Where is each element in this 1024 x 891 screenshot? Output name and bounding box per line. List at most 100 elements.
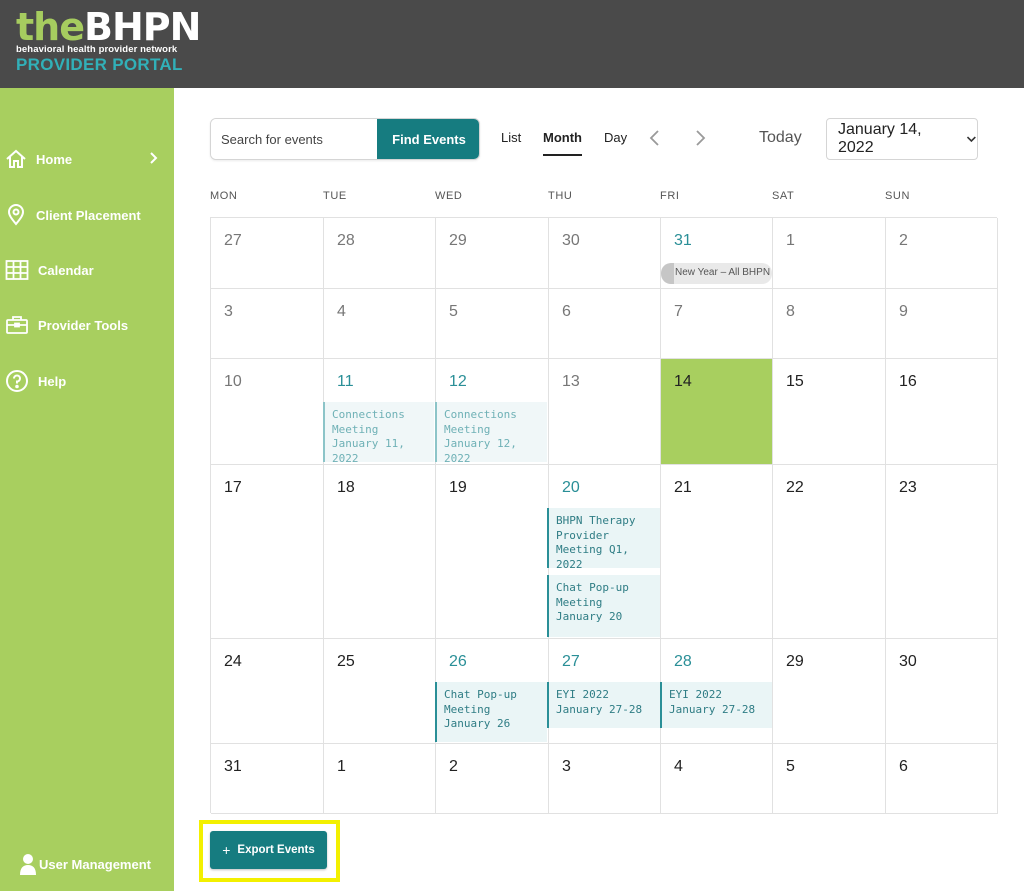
day-cell[interactable]: 24 — [211, 639, 324, 744]
day-cell[interactable]: 4 — [661, 744, 773, 814]
selected-date-label: January 14, 2022 — [838, 121, 922, 156]
next-month-button[interactable] — [690, 127, 710, 149]
event-bhpn-therapy-provider-meeting[interactable]: BHPN Therapy Provider Meeting Q1, 2022 — [547, 508, 660, 568]
day-cell[interactable]: 29 — [773, 639, 886, 744]
day-number: 24 — [224, 653, 242, 670]
day-cell[interactable]: 3 — [211, 289, 324, 359]
day-cell[interactable]: 2 — [436, 744, 549, 814]
sidebar-item-calendar[interactable]: Calendar — [0, 255, 174, 285]
day-cell[interactable]: 30 — [549, 218, 661, 289]
sidebar-item-home[interactable]: Home — [0, 144, 174, 174]
today-button[interactable]: Today — [759, 129, 802, 147]
logo-wordmark: theBHPN — [16, 5, 201, 49]
event-new-year[interactable]: New Year – All BHPN — [661, 263, 772, 284]
portal-title: PROVIDER PORTAL — [16, 55, 183, 74]
logo-tagline: behavioral health provider network — [16, 44, 178, 55]
day-number: 11 — [337, 373, 354, 390]
logo-prefix: the — [16, 5, 85, 49]
previous-month-button[interactable] — [645, 127, 665, 149]
day-cell[interactable]: 17 — [211, 465, 324, 639]
day-cell[interactable]: 29 — [436, 218, 549, 289]
event-eyi-2022-jan-28[interactable]: EYI 2022 January 27-28 — [660, 682, 772, 728]
view-list-tab[interactable]: List — [501, 130, 521, 145]
day-number: 15 — [786, 373, 804, 390]
day-cell[interactable]: 5 — [436, 289, 549, 359]
briefcase-icon — [6, 316, 28, 334]
day-number: 8 — [786, 303, 795, 320]
day-cell[interactable]: 21 — [661, 465, 773, 639]
day-cell[interactable]: 4 — [324, 289, 436, 359]
day-cell[interactable]: 7 — [661, 289, 773, 359]
day-cell[interactable]: 28 — [324, 218, 436, 289]
event-eyi-2022-jan-27[interactable]: EYI 2022 January 27-28 — [547, 682, 660, 728]
day-number: 23 — [899, 479, 917, 496]
day-cell[interactable]: 25 — [324, 639, 436, 744]
day-number: 1 — [337, 758, 346, 775]
day-cell[interactable]: 9 — [886, 289, 998, 359]
day-cell[interactable]: 2 — [886, 218, 998, 289]
sidebar-item-help[interactable]: Help — [0, 366, 174, 396]
sidebar-item-provider-tools[interactable]: Provider Tools — [0, 310, 174, 340]
day-cell[interactable]: 15 — [773, 359, 886, 465]
day-number: 20 — [562, 479, 580, 496]
day-number: 28 — [337, 232, 355, 249]
day-cell[interactable]: 13 — [549, 359, 661, 465]
day-number: 31 — [674, 232, 692, 249]
day-cell[interactable]: 16 — [886, 359, 998, 465]
day-cell[interactable]: 1 — [773, 218, 886, 289]
day-cell[interactable]: 5 — [773, 744, 886, 814]
day-number: 22 — [786, 479, 804, 496]
day-cell[interactable]: 8 — [773, 289, 886, 359]
day-number: 30 — [899, 653, 917, 670]
export-events-button[interactable]: + Export Events — [210, 831, 327, 869]
bhpn-logo[interactable]: theBHPN behavioral health provider netwo… — [16, 5, 201, 75]
day-cell[interactable]: 23 — [886, 465, 998, 639]
sidebar-item-user-management[interactable]: User Management — [0, 851, 174, 877]
day-cell[interactable]: 27 — [211, 218, 324, 289]
event-connections-meeting-jan-12[interactable]: Connections Meeting January 12, 2022 — [435, 402, 547, 462]
day-number: 9 — [899, 303, 908, 320]
day-cell[interactable]: 30 — [886, 639, 998, 744]
day-number: 2 — [449, 758, 458, 775]
weekday-header: WED — [435, 190, 463, 202]
event-chat-popup-jan-26[interactable]: Chat Pop-up Meeting January 26 — [435, 682, 547, 742]
sidebar-item-client-placement[interactable]: Client Placement — [0, 200, 174, 230]
day-number: 29 — [449, 232, 467, 249]
sidebar: Home Client Placement Calendar Provider … — [0, 88, 174, 891]
home-icon — [6, 149, 26, 168]
day-number: 5 — [449, 303, 458, 320]
chevron-right-icon — [150, 152, 158, 164]
day-cell[interactable]: 31 — [211, 744, 324, 814]
day-number: 6 — [562, 303, 571, 320]
event-chat-popup-jan-20[interactable]: Chat Pop-up Meeting January 20 — [547, 575, 660, 637]
view-day-tab[interactable]: Day — [604, 130, 627, 145]
day-cell-today[interactable]: 14 — [661, 359, 773, 465]
day-cell[interactable]: 10 — [211, 359, 324, 465]
calendar-grid-icon — [5, 260, 29, 280]
date-picker-dropdown[interactable]: January 14, 2022 — [826, 118, 978, 160]
event-connections-meeting-jan-11[interactable]: Connections Meeting January 11, 2022 — [323, 402, 434, 462]
day-cell[interactable]: 6 — [549, 289, 661, 359]
day-number: 12 — [449, 373, 467, 390]
search-input[interactable] — [211, 119, 377, 159]
day-number: 5 — [786, 758, 795, 775]
view-month-tab[interactable]: Month — [543, 130, 582, 156]
weekday-header: THU — [548, 190, 573, 202]
event-search-box: Find Events — [210, 118, 480, 160]
day-cell[interactable]: 6 — [886, 744, 998, 814]
chevron-left-icon — [649, 130, 659, 146]
day-cell[interactable]: 18 — [324, 465, 436, 639]
day-number: 4 — [674, 758, 683, 775]
sidebar-item-label: Provider Tools — [38, 317, 129, 333]
day-number: 3 — [224, 303, 233, 320]
day-number: 21 — [674, 479, 692, 496]
help-circle-icon — [6, 370, 28, 392]
day-cell[interactable]: 22 — [773, 465, 886, 639]
find-events-button[interactable]: Find Events — [377, 119, 479, 159]
top-header-bar: theBHPN behavioral health provider netwo… — [0, 0, 1024, 88]
day-number: 10 — [224, 373, 242, 390]
day-cell[interactable]: 19 — [436, 465, 549, 639]
day-cell[interactable]: 3 — [549, 744, 661, 814]
plus-icon: + — [222, 842, 231, 858]
day-cell[interactable]: 1 — [324, 744, 436, 814]
